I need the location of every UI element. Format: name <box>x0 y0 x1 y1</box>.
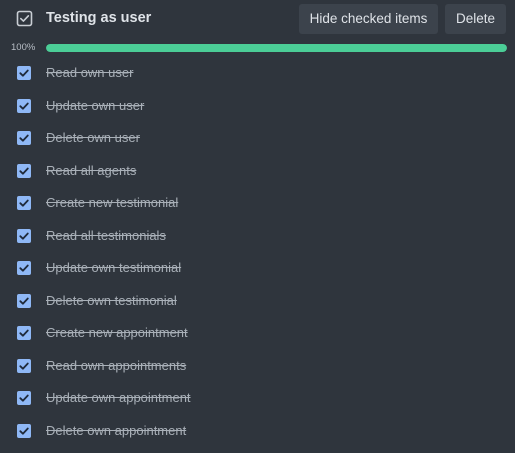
delete-button[interactable]: Delete <box>445 4 506 34</box>
checklist-item-label: Update own appointment <box>46 390 191 405</box>
checked-checkbox-icon[interactable] <box>17 228 31 243</box>
checklist-item[interactable]: Update own appointment <box>0 381 515 414</box>
checklist-item[interactable]: Update own user <box>0 89 515 122</box>
checklist-item-label: Read all agents <box>46 162 137 178</box>
checklist-item-label: Create new testimonial <box>46 195 179 210</box>
checklist-item-label: Create new appointment <box>46 325 188 340</box>
checked-checkbox-icon[interactable] <box>17 196 31 210</box>
checklist-header: Testing as user Hide checked items Delet… <box>0 0 515 38</box>
checklist-item[interactable]: Delete own testimonial <box>0 284 515 317</box>
checklist-item-label: Read own user <box>46 65 134 80</box>
checked-checkbox-icon[interactable] <box>17 163 31 178</box>
checklist-item[interactable]: Delete own user <box>0 121 515 154</box>
progress-row: 100% <box>0 40 515 56</box>
checklist-item[interactable]: Read all testimonials <box>0 219 515 252</box>
checklist-item[interactable]: Read all agents <box>0 154 515 187</box>
checked-checkbox-icon[interactable] <box>17 66 31 80</box>
checklist-item[interactable]: Delete own appointment <box>0 414 515 447</box>
checked-checkbox-icon[interactable] <box>17 391 31 405</box>
checklist-item-label: Update own testimonial <box>46 260 182 275</box>
checklist-item[interactable]: Read own user <box>0 56 515 89</box>
checked-checkbox-icon[interactable] <box>17 423 31 438</box>
checklist-item-label: Delete own appointment <box>46 422 187 438</box>
progress-bar <box>46 44 507 52</box>
checklist-item-label: Read all testimonials <box>46 227 166 243</box>
checklist-items: Read own user Update own user Delete own u… <box>0 56 515 446</box>
checklist-item[interactable]: Update own testimonial <box>0 251 515 284</box>
progress-bar-fill <box>46 44 507 52</box>
checked-checkbox-icon[interactable] <box>17 261 31 275</box>
checklist-item-label: Read own appointments <box>46 357 187 373</box>
checked-checkbox-icon[interactable] <box>17 358 31 373</box>
checklist-item-label: Delete own user <box>46 130 140 145</box>
checklist-item[interactable]: Create new testimonial <box>0 186 515 219</box>
checklist-title: Testing as user <box>46 10 152 26</box>
hide-checked-items-button[interactable]: Hide checked items <box>299 4 438 34</box>
checklist-item[interactable]: Read own appointments <box>0 349 515 382</box>
checked-checkbox-icon[interactable] <box>17 98 31 113</box>
checked-checkbox-icon[interactable] <box>17 293 31 308</box>
checklist-item-label: Update own user <box>46 97 145 113</box>
checkbox-icon <box>16 10 33 27</box>
progress-percent: 100% <box>11 42 36 53</box>
checklist-item[interactable]: Create new appointment <box>0 316 515 349</box>
checklist-item-label: Delete own testimonial <box>46 292 177 308</box>
checked-checkbox-icon[interactable] <box>17 326 31 340</box>
checked-checkbox-icon[interactable] <box>17 131 31 145</box>
